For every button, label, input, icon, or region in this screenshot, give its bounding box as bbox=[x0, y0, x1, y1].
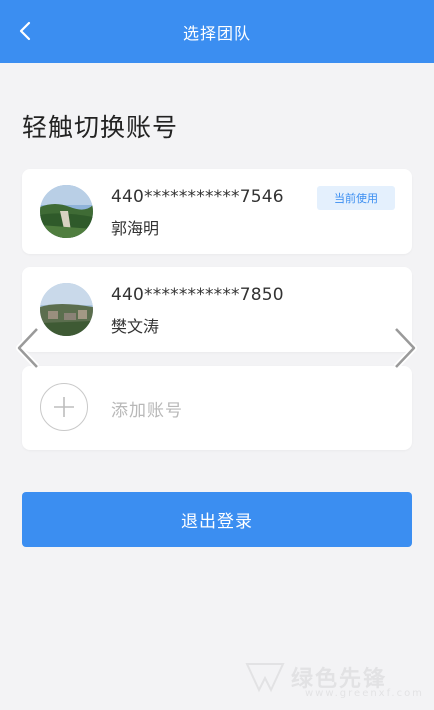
add-account-label: 添加账号 bbox=[111, 401, 183, 421]
avatar bbox=[40, 283, 93, 336]
watermark: 绿色先锋 www.greenxf.com bbox=[245, 660, 422, 699]
chevron-right-icon bbox=[393, 326, 417, 370]
current-use-badge: 当前使用 bbox=[317, 186, 395, 210]
header-bar: 选择团队 bbox=[0, 0, 434, 63]
add-account-button[interactable] bbox=[40, 383, 88, 431]
section-title: 轻触切换账号 bbox=[22, 113, 179, 142]
account-number: 440***********7546 bbox=[111, 187, 284, 207]
account-name: 樊文涛 bbox=[111, 317, 160, 336]
logout-button[interactable]: 退出登录 bbox=[22, 492, 412, 547]
chevron-left-icon bbox=[16, 326, 40, 370]
account-name: 郭海明 bbox=[111, 219, 160, 238]
add-account-card[interactable]: 添加账号 bbox=[22, 366, 412, 450]
prev-arrow-button[interactable] bbox=[15, 326, 41, 370]
avatar bbox=[40, 185, 93, 238]
watermark-url: www.greenxf.com bbox=[305, 688, 424, 699]
watermark-logo-icon bbox=[245, 663, 285, 693]
back-button[interactable] bbox=[10, 16, 40, 46]
chevron-left-icon bbox=[19, 21, 31, 41]
next-arrow-button[interactable] bbox=[392, 326, 418, 370]
account-number: 440***********7850 bbox=[111, 285, 284, 305]
page-title: 选择团队 bbox=[182, 23, 251, 43]
account-card-2[interactable]: 440***********7850 樊文涛 bbox=[22, 267, 412, 352]
plus-icon bbox=[54, 397, 74, 417]
account-card-1[interactable]: 440***********7546 郭海明 当前使用 bbox=[22, 169, 412, 254]
